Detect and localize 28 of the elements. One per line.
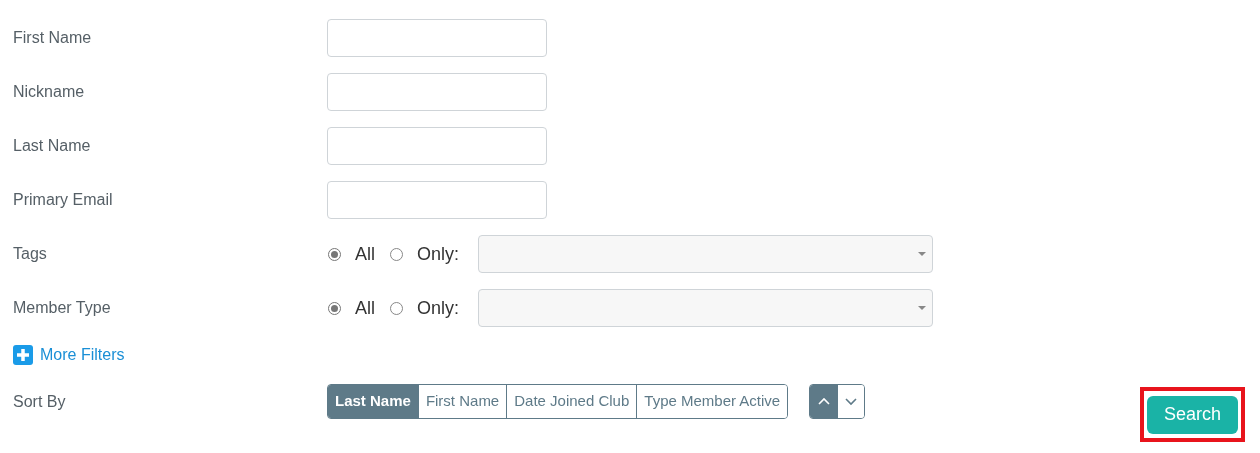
field-label: First Name [13, 28, 93, 48]
caret-icon [918, 306, 927, 310]
sort-ascending-button[interactable] [810, 385, 838, 418]
field-label: Primary Email [13, 190, 114, 210]
dropdown-field[interactable] [478, 289, 934, 327]
field-label: Last Name [13, 136, 92, 156]
field-label: Sort By [13, 391, 67, 412]
sort-option-tab[interactable]: Last Name [328, 385, 418, 418]
input-field[interactable] [327, 73, 547, 111]
search-button[interactable]: Search [1147, 395, 1238, 434]
plus-icon [13, 345, 33, 365]
input-field[interactable] [327, 181, 547, 219]
more-filters-link[interactable]: More Filters [13, 343, 125, 367]
field-label: Member Type [13, 298, 112, 318]
chevron-icon [844, 396, 859, 407]
input-field[interactable] [327, 127, 547, 165]
radio-label: Only: [417, 296, 460, 320]
sort-descending-button[interactable] [837, 385, 865, 418]
sort-option-tab[interactable]: Type Member Active [636, 385, 788, 418]
dropdown-field[interactable] [478, 235, 934, 273]
field-label: Tags [13, 244, 48, 264]
caret-icon [918, 252, 927, 256]
radio-label: All [355, 296, 375, 320]
chevron-icon [816, 396, 831, 407]
radio-label: All [355, 242, 375, 266]
radio-label: Only: [417, 242, 460, 266]
field-label: Nickname [13, 82, 86, 102]
input-field[interactable] [327, 19, 547, 57]
